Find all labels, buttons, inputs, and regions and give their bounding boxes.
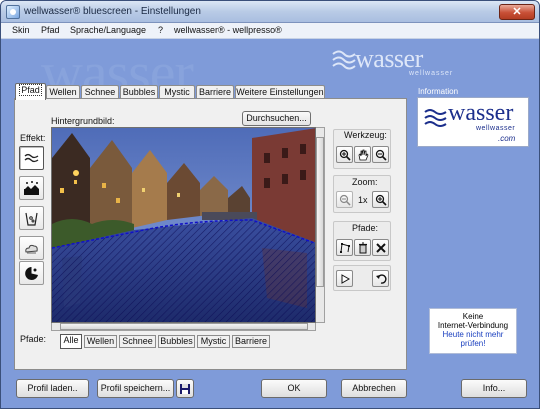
settings-window: wellwasser® bluescreen - Einstellungen ✕… [0, 0, 540, 409]
pfad-panel: Effekt: Hintergrundbild: Durchsuchen... … [14, 98, 407, 370]
zoom-out-tool-button[interactable] [372, 146, 389, 163]
tab-barriere[interactable]: Barriere [196, 85, 234, 99]
header-logo: wasser wellwasser [331, 44, 454, 77]
info-line1: Keine [462, 312, 484, 321]
hand-tool-button[interactable] [354, 146, 371, 163]
snow-icon [24, 181, 39, 195]
waves-icon [24, 153, 39, 163]
play-icon [341, 274, 351, 284]
header-logo-sub: wellwasser [409, 70, 454, 77]
ok-button[interactable]: OK [261, 379, 327, 398]
tab-schnee[interactable]: Schnee [81, 85, 119, 99]
menu-pfad[interactable]: Pfad [41, 25, 60, 35]
info-title: Information [418, 87, 459, 96]
info-message-box: Keine Internet-Verbindung Heute nicht me… [429, 308, 517, 354]
wave-logo-icon [424, 109, 447, 127]
mystic-cloud-icon [25, 244, 38, 254]
zoom-in-tool-button[interactable] [336, 146, 353, 163]
trash-icon [359, 242, 367, 254]
load-profile-button[interactable]: Profil laden.. [16, 379, 89, 398]
zoom-in-icon [339, 149, 351, 161]
edit-path-button[interactable] [336, 239, 353, 256]
pfade-group: Pfade: [333, 221, 391, 261]
effect-wellen-button[interactable] [19, 146, 44, 170]
info-logo-sub: wellwasser [476, 125, 516, 132]
menu-language[interactable]: Sprache/Language [70, 25, 146, 35]
image-vertical-scrollbar[interactable] [316, 127, 325, 323]
close-button[interactable]: ✕ [499, 4, 535, 20]
scroll-thumb[interactable] [60, 323, 308, 330]
menu-wellwasser[interactable]: wellwasser® - wellpresso® [174, 25, 282, 35]
path-tab-bubbles[interactable]: Bubbles [158, 335, 195, 348]
bubbles-glass-icon [25, 212, 38, 226]
effect-bubbles-button[interactable] [19, 206, 44, 230]
effect-schnee-button[interactable] [19, 176, 44, 200]
pfade-bottom-label: Pfade: [20, 334, 47, 344]
undo-icon [376, 274, 387, 284]
scroll-thumb[interactable] [316, 137, 324, 287]
info-logo-suffix: .com [498, 134, 516, 143]
path-tab-alle[interactable]: Alle [60, 334, 82, 349]
zoom-in-icon [375, 194, 387, 206]
cross-icon [376, 243, 386, 253]
info-button[interactable]: Info... [461, 379, 527, 398]
pfade-label: Pfade: [352, 223, 379, 233]
delete-path-button[interactable] [354, 239, 371, 256]
floppy-disk-icon [180, 384, 190, 394]
zoom-level: 1x [358, 195, 368, 205]
tab-wellen[interactable]: Wellen [46, 85, 80, 99]
background-image-label: Hintergrundbild: [51, 116, 115, 126]
zoom-out-icon [339, 194, 351, 206]
save-profile-button[interactable]: Profil speichern... [97, 379, 174, 398]
save-disk-button[interactable] [176, 379, 194, 398]
werkzeug-label: Werkzeug: [344, 130, 387, 140]
wave-logo-icon [332, 50, 356, 70]
info-line2: Internet-Verbindung [437, 321, 509, 330]
hand-icon [358, 149, 369, 161]
tab-pfad[interactable]: Pfad [15, 83, 46, 100]
menu-help[interactable]: ? [158, 25, 163, 35]
effect-mystic-button[interactable] [19, 236, 44, 260]
path-tab-mystic[interactable]: Mystic [197, 335, 230, 348]
preview-group [333, 265, 391, 291]
title-bar[interactable]: wellwasser® bluescreen - Einstellungen ✕ [1, 1, 539, 23]
image-horizontal-scrollbar[interactable] [51, 323, 316, 331]
cancel-button[interactable]: Abbrechen [341, 379, 407, 398]
zoom-out-icon [375, 149, 387, 161]
info-logo-word: wasser [448, 100, 514, 126]
undo-button[interactable] [372, 270, 389, 287]
preview-button[interactable] [336, 270, 353, 287]
clear-paths-button[interactable] [372, 239, 389, 256]
tab-mystic[interactable]: Mystic [159, 85, 195, 99]
tab-weitere-einstellungen[interactable]: Weitere Einstellungen [235, 85, 325, 99]
barrier-icon [25, 267, 38, 280]
werkzeug-group: Werkzeug: [333, 129, 391, 169]
window-title: wellwasser® bluescreen - Einstellungen [24, 6, 201, 17]
effekt-label: Effekt: [20, 133, 46, 143]
zoom-out-button[interactable] [336, 191, 353, 208]
path-nodes-icon [340, 243, 350, 253]
path-tab-schnee[interactable]: Schnee [119, 335, 156, 348]
menu-skin[interactable]: Skin [12, 25, 30, 35]
zoom-group: Zoom: 1x [333, 175, 391, 213]
path-tab-wellen[interactable]: Wellen [84, 335, 117, 348]
menu-bar: Skin Pfad Sprache/Language ? wellwasser®… [1, 23, 539, 39]
background-image-canvas[interactable] [51, 127, 316, 323]
app-icon [6, 5, 20, 19]
effect-barriere-button[interactable] [19, 261, 44, 285]
background-image [52, 128, 315, 322]
zoom-label: Zoom: [352, 177, 378, 187]
browse-button[interactable]: Durchsuchen... [242, 111, 311, 126]
dont-check-today-link[interactable]: Heute nicht mehr prüfen! [430, 330, 516, 348]
zoom-in-button[interactable] [372, 191, 389, 208]
tab-bubbles[interactable]: Bubbles [120, 85, 158, 99]
path-tab-barriere[interactable]: Barriere [232, 335, 270, 348]
info-logo[interactable]: wasser wellwasser .com [417, 97, 529, 147]
